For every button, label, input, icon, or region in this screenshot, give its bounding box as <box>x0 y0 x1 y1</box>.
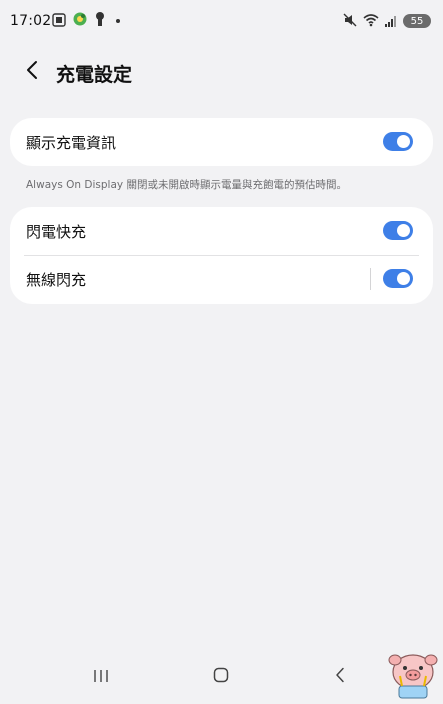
vertical-divider <box>370 268 371 290</box>
home-icon <box>213 667 229 687</box>
setting-row-show-charging-info[interactable]: 顯示充電資訊 <box>10 118 433 166</box>
toggle-knob <box>397 224 410 237</box>
signal-icon <box>385 12 397 31</box>
settings-card-fast-charge: 閃電快充 無線閃充 <box>10 207 433 304</box>
mute-icon <box>343 12 357 31</box>
toggle-wireless-fast-charge[interactable] <box>383 269 413 288</box>
navigation-bar <box>0 652 443 700</box>
wifi-icon <box>363 12 379 31</box>
status-right-icons: 55 <box>343 12 431 30</box>
status-bar: 17:02 55 <box>0 0 443 40</box>
back-button[interactable] <box>20 60 44 84</box>
toggle-show-charging-info[interactable] <box>383 132 413 151</box>
nav-back-button[interactable] <box>325 666 355 688</box>
setting-description: Always On Display 關閉或未開啟時顯示電量與充飽電的預估時間。 <box>26 179 347 191</box>
notification-dot <box>116 19 120 23</box>
toggle-fast-charge[interactable] <box>383 221 413 240</box>
toggle-knob <box>397 272 410 285</box>
mascot-watermark-image <box>386 646 440 700</box>
page-title: 充電設定 <box>56 64 133 86</box>
recents-button[interactable] <box>86 666 116 688</box>
home-button[interactable] <box>206 666 236 688</box>
setting-label: 閃電快充 <box>26 222 87 241</box>
recents-icon <box>93 668 109 687</box>
header: 充電設定 <box>0 52 443 92</box>
battery-icon: 55 <box>403 14 431 28</box>
setting-row-wireless-fast-charge[interactable]: 無線閃充 <box>10 255 433 303</box>
chevron-left-icon <box>25 60 39 84</box>
setting-row-fast-charge[interactable]: 閃電快充 <box>10 207 433 255</box>
setting-label: 顯示充電資訊 <box>26 133 117 152</box>
setting-label: 無線閃充 <box>26 270 87 289</box>
location-icon <box>72 11 88 31</box>
status-left-icons <box>52 12 120 30</box>
status-time: 17:02 <box>10 13 52 29</box>
toggle-knob <box>397 135 410 148</box>
key-icon <box>94 11 106 31</box>
back-icon <box>334 667 346 687</box>
settings-card-charging-info: 顯示充電資訊 <box>10 118 433 166</box>
screenshot-icon <box>52 12 66 31</box>
